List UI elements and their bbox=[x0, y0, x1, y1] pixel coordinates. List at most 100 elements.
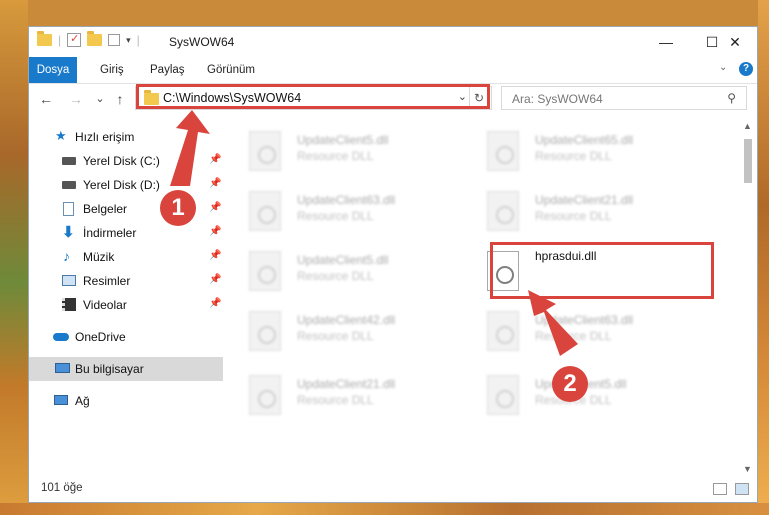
desktop-background-left bbox=[0, 0, 28, 515]
properties-icon[interactable]: ✓ bbox=[67, 33, 82, 47]
file-description: Resource DLL bbox=[535, 149, 612, 163]
sidebar-item-label: Müzik bbox=[83, 250, 115, 264]
ribbon-tabs: Dosya Giriş Paylaş Görünüm ⌄ ? bbox=[29, 57, 757, 84]
file-name: UpdateClient63.dll bbox=[535, 313, 634, 327]
folder-icon bbox=[37, 31, 52, 46]
file-highlight-box bbox=[490, 242, 714, 299]
file-name: UpdateClient63.dll bbox=[297, 193, 396, 207]
vertical-scrollbar[interactable]: ▲ ▼ bbox=[740, 119, 756, 479]
sidebar-item-label: OneDrive bbox=[75, 330, 126, 344]
dll-file-icon bbox=[249, 251, 281, 291]
videos-icon bbox=[62, 298, 76, 311]
forward-button[interactable]: → bbox=[67, 89, 85, 109]
network-icon bbox=[54, 395, 68, 405]
file-name: UpdateClient65.dll bbox=[535, 133, 634, 147]
pictures-icon bbox=[62, 275, 76, 286]
tab-paylas[interactable]: Paylaş bbox=[140, 57, 195, 83]
ribbon-expand-icon[interactable]: ⌄ bbox=[719, 62, 727, 73]
list-item[interactable]: UpdateClient21.dll Resource DLL bbox=[467, 185, 687, 245]
dll-file-icon bbox=[249, 375, 281, 415]
status-bar: 101 öğe bbox=[29, 479, 757, 502]
search-box[interactable]: Ara: SysWOW64 ⚲ bbox=[501, 86, 747, 110]
download-icon: ⬇ bbox=[62, 224, 75, 241]
item-count: 101 öğe bbox=[41, 482, 83, 494]
pin-icon: 📌 bbox=[209, 178, 222, 189]
drive-icon bbox=[62, 181, 76, 189]
minimize-button[interactable]: — bbox=[643, 27, 689, 57]
step-marker-2: 2 bbox=[552, 366, 588, 402]
star-icon: ★ bbox=[55, 128, 67, 143]
pin-icon: 📌 bbox=[209, 298, 222, 309]
desktop-background-bottom bbox=[0, 503, 769, 515]
sidebar-item-label: Belgeler bbox=[83, 202, 128, 216]
search-input[interactable]: Ara: SysWOW64 bbox=[512, 92, 603, 106]
dll-file-icon bbox=[487, 191, 519, 231]
sidebar-item-network[interactable]: Ağ bbox=[29, 389, 223, 413]
scrollbar-thumb[interactable] bbox=[744, 139, 752, 183]
sidebar-item-drive-c[interactable]: Yerel Disk (C:) 📌 bbox=[29, 149, 223, 173]
separator: | bbox=[136, 33, 140, 47]
desktop-background-right bbox=[758, 0, 769, 515]
pin-icon: 📌 bbox=[209, 226, 222, 237]
pin-icon: 📌 bbox=[209, 274, 222, 285]
pin-icon: 📌 bbox=[209, 250, 222, 261]
tab-giris[interactable]: Giriş bbox=[90, 57, 134, 83]
dll-file-icon bbox=[249, 191, 281, 231]
file-description: Resource DLL bbox=[297, 329, 374, 343]
list-item[interactable]: UpdateClient63.dll Resource DLL bbox=[229, 185, 449, 245]
up-button[interactable]: ↑ bbox=[111, 89, 129, 109]
tab-gorunum[interactable]: Görünüm bbox=[197, 57, 265, 83]
sidebar-item-this-pc[interactable]: Bu bilgisayar bbox=[29, 357, 223, 381]
sidebar-item-pictures[interactable]: Resimler 📌 bbox=[29, 269, 223, 293]
customize-icon[interactable] bbox=[108, 34, 121, 46]
quick-access-toolbar: | ✓ ▾ | bbox=[37, 31, 140, 47]
file-name: UpdateClient5.dll bbox=[297, 133, 389, 147]
scroll-up-icon[interactable]: ▲ bbox=[743, 121, 752, 131]
step-marker-1: 1 bbox=[160, 190, 196, 226]
window-title: SysWOW64 bbox=[169, 35, 235, 49]
dll-file-icon bbox=[487, 131, 519, 171]
dll-file-icon bbox=[249, 311, 281, 351]
computer-icon bbox=[55, 363, 70, 373]
cloud-icon bbox=[53, 333, 69, 341]
large-icons-view-icon[interactable] bbox=[735, 483, 749, 495]
title-bar: | ✓ ▾ | SysWOW64 — ☐ ✕ bbox=[29, 27, 757, 57]
sidebar-item-videos[interactable]: Videolar 📌 bbox=[29, 293, 223, 317]
sidebar-item-music[interactable]: ♪ Müzik 📌 bbox=[29, 245, 223, 269]
file-explorer-window: | ✓ ▾ | SysWOW64 — ☐ ✕ Dosya Giriş Payla… bbox=[28, 26, 758, 503]
file-name: UpdateClient5.dll bbox=[297, 253, 389, 267]
sidebar-item-quick-access[interactable]: ★ Hızlı erişim bbox=[29, 125, 223, 149]
new-folder-icon[interactable] bbox=[87, 31, 103, 46]
list-item[interactable]: UpdateClient65.dll Resource DLL bbox=[467, 125, 687, 185]
list-item[interactable]: UpdateClient5.dll Resource DLL bbox=[229, 125, 449, 185]
help-icon[interactable]: ? bbox=[739, 62, 753, 76]
sidebar-item-drive-d[interactable]: Yerel Disk (D:) 📌 bbox=[29, 173, 223, 197]
sidebar-item-label: Bu bilgisayar bbox=[75, 362, 144, 376]
scroll-down-icon[interactable]: ▼ bbox=[743, 464, 752, 474]
file-name: UpdateClient42.dll bbox=[297, 313, 396, 327]
sidebar-item-onedrive[interactable]: OneDrive bbox=[29, 325, 223, 349]
tab-dosya[interactable]: Dosya bbox=[29, 57, 77, 83]
documents-icon bbox=[63, 202, 74, 216]
navigation-pane: ★ Hızlı erişim Yerel Disk (C:) 📌 Yerel D… bbox=[29, 119, 225, 479]
file-description: Resource DLL bbox=[535, 329, 612, 343]
dll-file-icon bbox=[249, 131, 281, 171]
qat-dropdown-icon[interactable]: ▾ bbox=[126, 35, 131, 46]
list-item[interactable]: UpdateClient63.dll Resource DLL bbox=[467, 305, 687, 365]
list-item[interactable]: UpdateClient21.dll Resource DLL bbox=[229, 369, 449, 429]
drive-icon bbox=[62, 157, 76, 165]
file-description: Resource DLL bbox=[297, 149, 374, 163]
details-view-icon[interactable] bbox=[713, 483, 727, 495]
dll-file-icon bbox=[487, 375, 519, 415]
sidebar-item-downloads[interactable]: ⬇ İndirmeler 📌 bbox=[29, 221, 223, 245]
file-description: Resource DLL bbox=[297, 393, 374, 407]
close-button[interactable]: ✕ bbox=[713, 27, 757, 57]
pin-icon: 📌 bbox=[209, 202, 222, 213]
search-icon[interactable]: ⚲ bbox=[727, 91, 736, 105]
list-item[interactable]: UpdateClient42.dll Resource DLL bbox=[229, 305, 449, 365]
recent-locations-button[interactable]: ⌄ bbox=[91, 89, 109, 109]
back-button[interactable]: ← bbox=[37, 89, 55, 109]
address-highlight-box bbox=[136, 84, 490, 109]
list-item[interactable]: UpdateClient5.dll Resource DLL bbox=[229, 245, 449, 305]
file-description: Resource DLL bbox=[297, 269, 374, 283]
